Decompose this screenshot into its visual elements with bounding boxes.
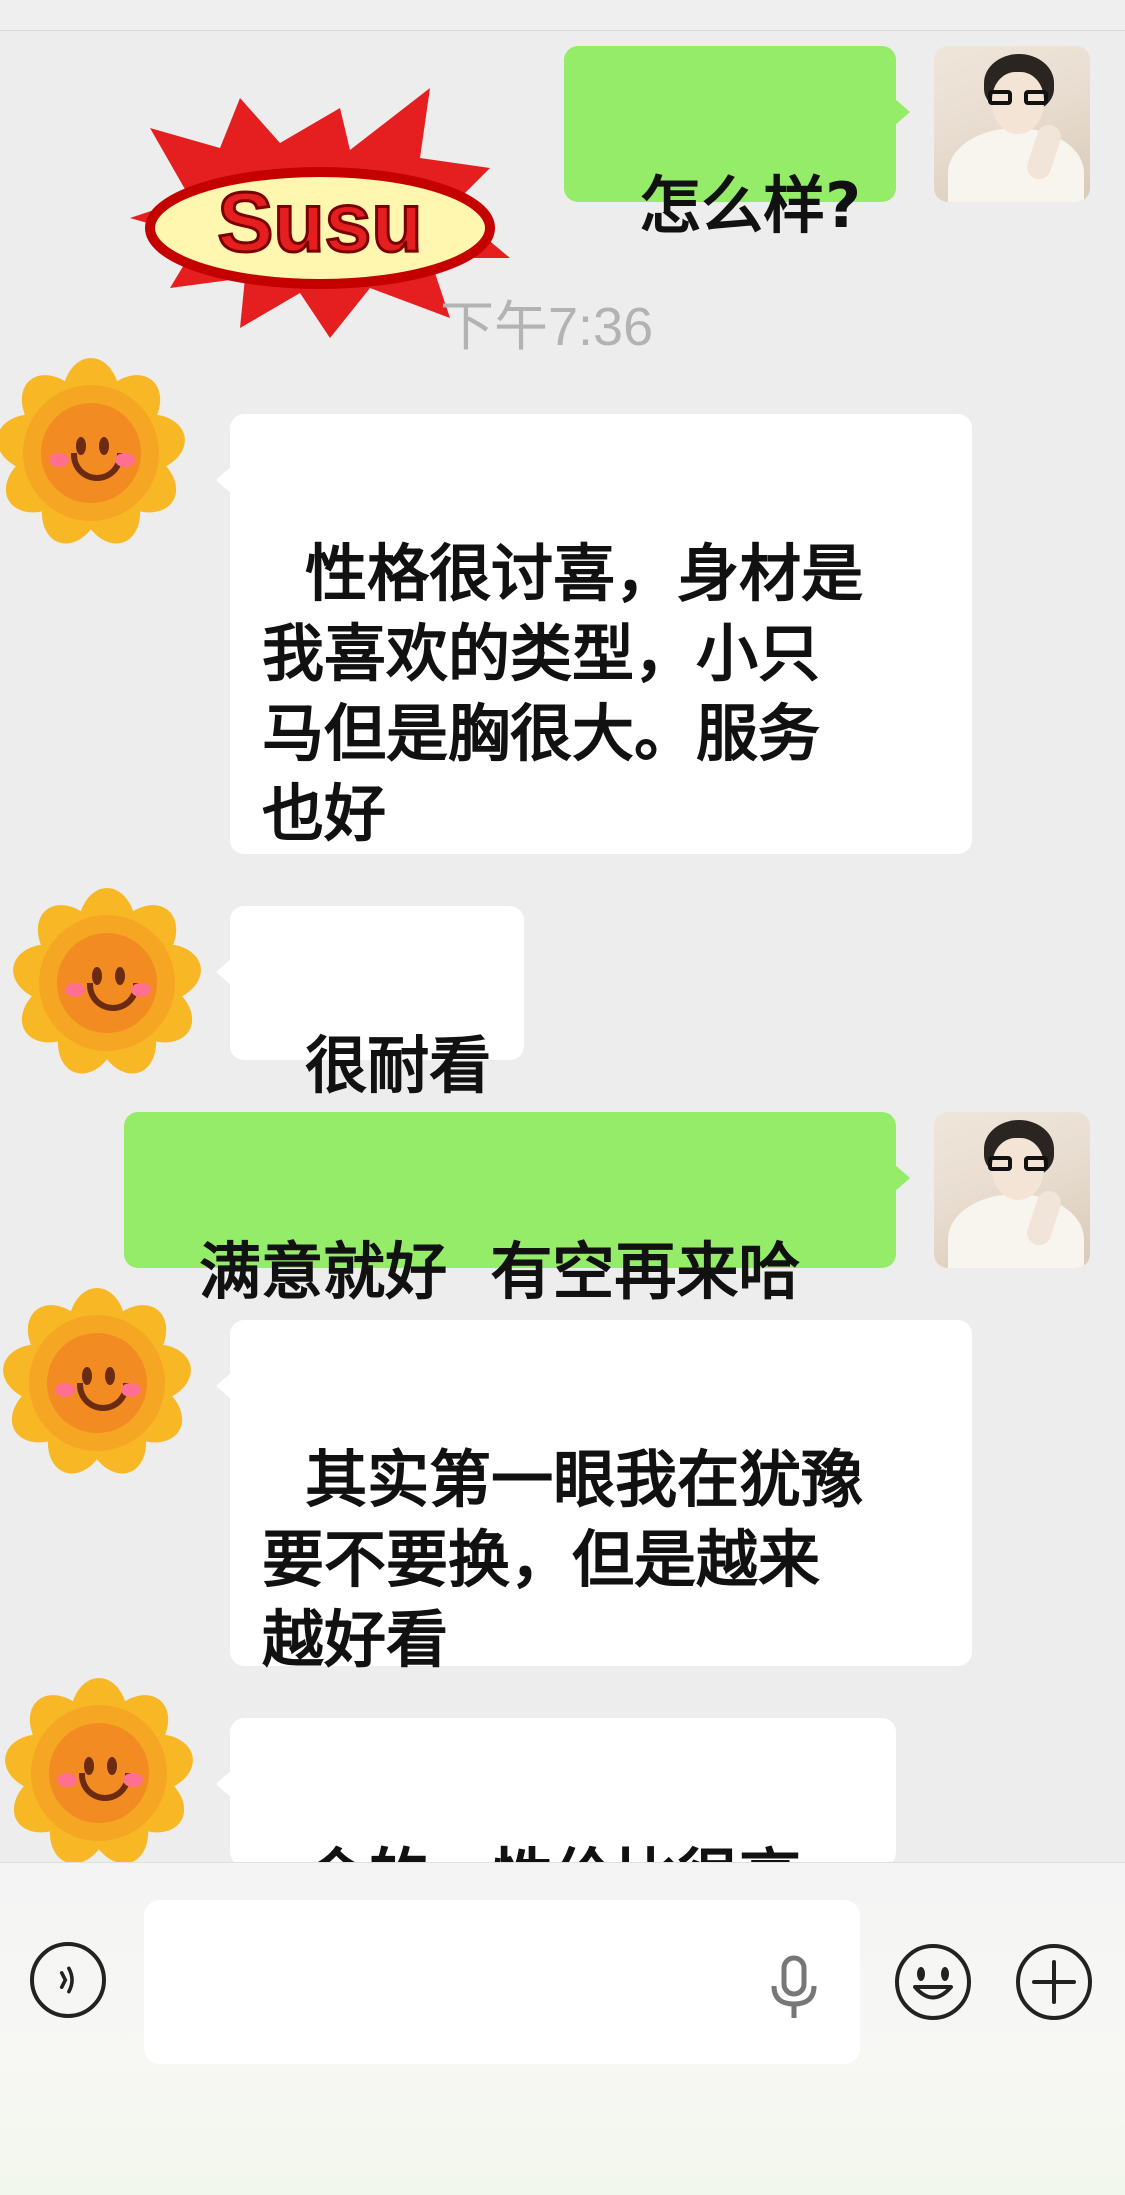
top-divider <box>0 0 1125 31</box>
message-bubble-outgoing[interactable]: 怎么样? <box>564 46 910 242</box>
message-bubble-incoming[interactable]: 其实第一眼我在犹豫 要不要换，但是越来 越好看 <box>216 1320 972 1676</box>
sunflower-avatar-icon[interactable] <box>8 888 206 1083</box>
message-timestamp: 下午7:36 <box>440 297 654 357</box>
message-bubble-incoming[interactable]: 很耐看 <box>216 906 524 1102</box>
message-bubble-outgoing[interactable]: 满意就好 有空再来哈 <box>124 1112 910 1308</box>
message-text: 其实第一眼我在犹豫 要不要换，但是越来 越好看 <box>262 1443 864 1676</box>
sunflower-avatar-icon[interactable] <box>0 358 190 553</box>
message-text: 满意就好 有空再来哈 <box>199 1235 801 1308</box>
emoji-icon[interactable] <box>893 1942 973 2022</box>
sunflower-avatar-icon[interactable] <box>0 1678 198 1873</box>
message-text: 性格很讨喜，身材是 我喜欢的类型，小只 马但是胸很大。服务 也好 <box>262 537 864 850</box>
message-text: 很耐看 <box>305 1029 492 1102</box>
user-avatar[interactable] <box>934 46 1090 202</box>
message-bubble-incoming[interactable]: 会的，性价比很高 <box>216 1718 896 1914</box>
plus-icon[interactable] <box>1014 1942 1094 2022</box>
sunflower-avatar-icon[interactable] <box>0 1288 196 1483</box>
message-input[interactable] <box>144 1900 860 2064</box>
microphone-icon[interactable] <box>764 1952 824 2024</box>
user-avatar[interactable] <box>934 1112 1090 1268</box>
message-text: 怎么样? <box>639 169 862 242</box>
sticker-text: Susu <box>217 175 422 269</box>
voice-icon[interactable] <box>30 1942 106 2018</box>
message-bubble-incoming[interactable]: 性格很讨喜，身材是 我喜欢的类型，小只 马但是胸很大。服务 也好 <box>216 414 972 854</box>
